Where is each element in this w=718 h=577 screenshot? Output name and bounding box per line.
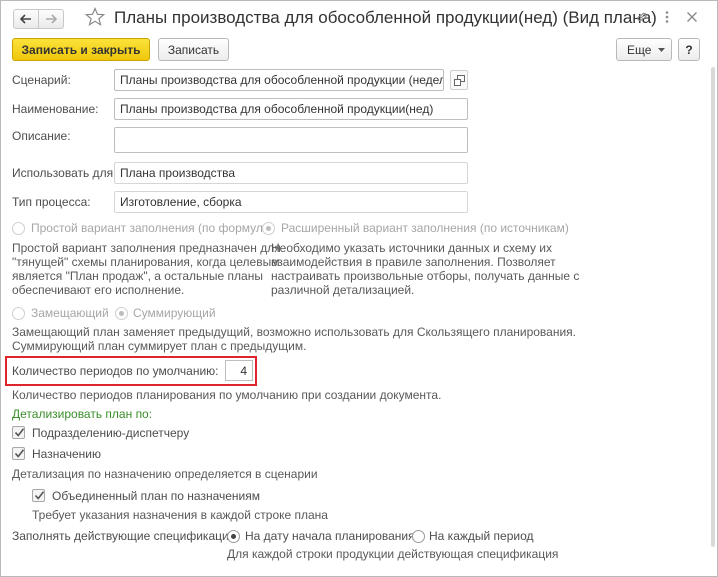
fill-simple-radio[interactable] bbox=[12, 222, 25, 235]
fill-extended-label: Расширенный вариант заполнения (по источ… bbox=[281, 221, 569, 235]
periods-label: Количество периодов по умолчанию: bbox=[12, 364, 219, 378]
use-for-field[interactable]: Плана производства bbox=[114, 162, 468, 184]
combined-plan-note: Требует указания назначения в каждой стр… bbox=[32, 508, 328, 522]
fill-extended-note-line: Необходимо указать источники данных и сх… bbox=[271, 241, 553, 255]
name-field[interactable]: Планы производства для обособленной прод… bbox=[114, 98, 468, 120]
link-icon[interactable] bbox=[635, 10, 649, 24]
more-vertical-icon[interactable] bbox=[660, 10, 674, 24]
chevron-down-icon bbox=[658, 48, 665, 52]
plan-mode-note-line: Замещающий план заменяет предыдущий, воз… bbox=[12, 325, 577, 339]
specs-start-label: На дату начала планирования bbox=[245, 529, 415, 543]
assignment-label: Назначению bbox=[32, 447, 101, 461]
detail-heading: Детализировать план по: bbox=[12, 407, 153, 421]
star-icon[interactable] bbox=[85, 7, 105, 27]
fill-extended-note-line: различной детализацией. bbox=[271, 283, 415, 297]
title-bar: Планы производства для обособленной прод… bbox=[1, 1, 717, 35]
fill-simple-note-line: Простой вариант заполнения предназначен … bbox=[12, 241, 281, 255]
checkmark-icon bbox=[14, 428, 25, 437]
description-field[interactable] bbox=[114, 127, 468, 153]
close-icon[interactable] bbox=[685, 10, 699, 24]
fill-extended-note-line: настраивать произвольные отборы, получат… bbox=[271, 269, 580, 283]
arrow-left-icon bbox=[20, 14, 31, 24]
open-scenario-button[interactable] bbox=[450, 70, 468, 90]
arrow-right-icon bbox=[46, 14, 57, 24]
more-button[interactable]: Еще bbox=[616, 38, 672, 61]
back-button[interactable] bbox=[13, 9, 39, 29]
scrollbar-thumb[interactable] bbox=[711, 67, 715, 547]
process-type-label: Тип процесса: bbox=[12, 195, 91, 209]
process-type-field[interactable]: Изготовление, сборка bbox=[114, 191, 468, 213]
specs-each-label: На каждый период bbox=[429, 529, 534, 543]
save-and-close-button[interactable]: Записать и закрыть bbox=[12, 38, 150, 61]
plan-summing-label: Суммирующий bbox=[133, 306, 216, 320]
specs-label: Заполнять действующие спецификации: bbox=[12, 529, 239, 543]
use-for-label: Использовать для: bbox=[12, 166, 117, 180]
plan-mode-note-line: Суммирующий план суммирует план с предыд… bbox=[12, 339, 307, 353]
fill-simple-label: Простой вариант заполнения (по формуле) bbox=[31, 221, 274, 235]
assignment-checkbox[interactable] bbox=[12, 447, 25, 460]
plan-replacing-label: Замещающий bbox=[31, 306, 109, 320]
scenario-label: Сценарий: bbox=[12, 73, 71, 87]
forward-button[interactable] bbox=[38, 9, 64, 29]
fill-simple-note-line: обеспечивают его исполнение. bbox=[12, 283, 185, 297]
periods-note: Количество периодов планирования по умол… bbox=[12, 388, 442, 402]
combined-plan-label: Объединенный план по назначениям bbox=[52, 489, 260, 503]
checkmark-icon bbox=[34, 491, 45, 500]
more-button-label: Еще bbox=[627, 42, 652, 57]
dispatcher-checkbox[interactable] bbox=[12, 426, 25, 439]
open-window-icon bbox=[454, 75, 465, 86]
fill-extended-note-line: взаимодействия в правиле заполнения. Поз… bbox=[271, 255, 556, 269]
periods-input[interactable]: 4 bbox=[225, 360, 253, 381]
combined-plan-checkbox[interactable] bbox=[32, 489, 45, 502]
help-button[interactable]: ? bbox=[678, 38, 700, 61]
name-label: Наименование: bbox=[12, 102, 99, 116]
checkmark-icon bbox=[14, 449, 25, 458]
scenario-field[interactable]: Планы производства для обособленной прод… bbox=[114, 69, 444, 91]
specs-note: Для каждой строки продукции действующая … bbox=[227, 547, 559, 561]
dispatcher-label: Подразделению-диспетчеру bbox=[32, 426, 190, 440]
description-label: Описание: bbox=[12, 129, 71, 143]
form-window: Планы производства для обособленной прод… bbox=[0, 0, 718, 577]
fill-simple-note-line: является "План продаж", а остальные план… bbox=[12, 269, 263, 283]
fill-extended-radio[interactable] bbox=[262, 222, 275, 235]
page-title: Планы производства для обособленной прод… bbox=[114, 8, 657, 27]
plan-summing-radio[interactable] bbox=[115, 307, 128, 320]
specs-start-radio[interactable] bbox=[227, 530, 240, 543]
assignment-note: Детализация по назначению определяется в… bbox=[12, 467, 318, 481]
save-button[interactable]: Записать bbox=[158, 38, 229, 61]
specs-each-radio[interactable] bbox=[412, 530, 425, 543]
scrollbar[interactable] bbox=[710, 67, 716, 557]
fill-simple-note-line: "тянущей" схемы планирования, когда целе… bbox=[12, 255, 280, 269]
plan-replacing-radio[interactable] bbox=[12, 307, 25, 320]
